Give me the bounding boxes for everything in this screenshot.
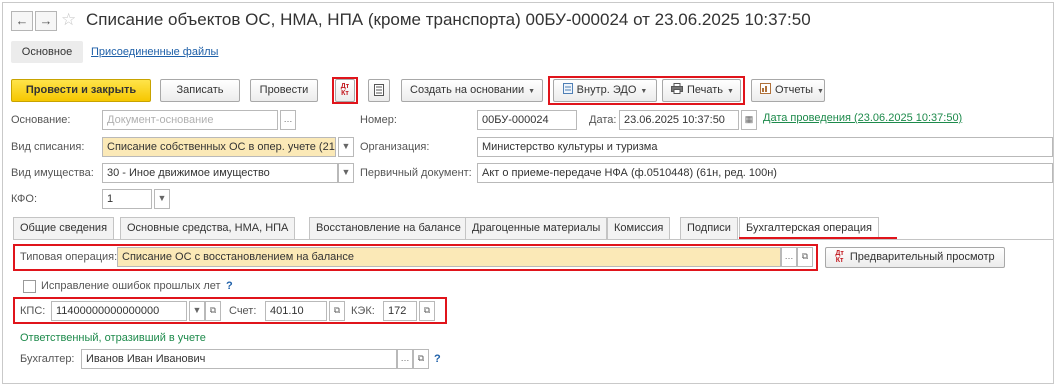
kek-field[interactable]: 172 bbox=[383, 301, 417, 321]
chevron-down-icon: ▼ bbox=[528, 88, 536, 95]
tab-commission[interactable]: Комиссия bbox=[607, 217, 671, 240]
document-window: ← → ☆ Списание объектов ОС, НМА, НПА (кр… bbox=[2, 2, 1054, 384]
preview-label: Предварительный просмотр bbox=[849, 251, 995, 263]
responsible-caption: Ответственный, отразивший в учете bbox=[20, 332, 206, 344]
fix-errors-label: Исправление ошибок прошлых лет bbox=[41, 280, 221, 292]
reports-icon bbox=[760, 83, 771, 94]
property-type-field[interactable]: 30 - Иное движимое имущество bbox=[102, 163, 338, 183]
typical-operation-select-button[interactable]: … bbox=[781, 247, 797, 267]
forward-button[interactable]: → bbox=[35, 11, 57, 31]
preview-button[interactable]: Дт Кт Предварительный просмотр bbox=[825, 247, 1005, 268]
account-field[interactable]: 401.10 bbox=[265, 301, 327, 321]
tab-divider bbox=[13, 239, 1053, 240]
calendar-icon[interactable]: ▦ bbox=[741, 110, 757, 130]
create-on-basis-button[interactable]: Создать на основании ▼ bbox=[401, 79, 543, 102]
chevron-down-icon: ▼ bbox=[640, 88, 648, 95]
print-label: Печать bbox=[687, 84, 724, 96]
edo-button[interactable]: Внутр. ЭДО ▼ bbox=[553, 79, 657, 102]
dtkt-icon: Дт Кт bbox=[341, 83, 349, 97]
open-icon[interactable]: ⧉ bbox=[329, 301, 345, 321]
organization-field[interactable]: Министерство культуры и туризма bbox=[477, 137, 1053, 157]
document-list-button[interactable] bbox=[368, 79, 390, 102]
open-icon[interactable]: ⧉ bbox=[419, 301, 435, 321]
open-icon[interactable]: ⧉ bbox=[797, 247, 813, 267]
edo-label: Внутр. ЭДО bbox=[576, 84, 637, 96]
accountant-select-button[interactable]: … bbox=[397, 349, 413, 369]
dtkt-dt-text: Дт bbox=[835, 250, 844, 258]
post-button[interactable]: Провести bbox=[250, 79, 318, 102]
dtkt-dt-text: Дт bbox=[340, 83, 350, 91]
kps-field[interactable]: 11400000000000000 bbox=[51, 301, 187, 321]
date-field[interactable]: 23.06.2025 10:37:50 bbox=[619, 110, 739, 130]
accountant-label: Бухгалтер: bbox=[20, 353, 75, 365]
primary-document-label: Первичный документ: bbox=[360, 167, 472, 179]
dtkt-button[interactable]: Дт Кт bbox=[335, 79, 355, 102]
help-icon[interactable]: ? bbox=[226, 276, 233, 296]
date-label: Дата: bbox=[589, 114, 617, 126]
reports-label: Отчеты bbox=[775, 84, 814, 96]
writeoff-type-label: Вид списания: bbox=[11, 141, 85, 153]
number-field[interactable]: 00БУ-000024 bbox=[477, 110, 577, 130]
post-and-close-button[interactable]: Провести и закрыть bbox=[11, 79, 151, 102]
posting-date-link[interactable]: Дата проведения (23.06.2025 10:37:50) bbox=[763, 108, 962, 128]
tab-general[interactable]: Общие сведения bbox=[13, 217, 115, 240]
tab-restore-balance[interactable]: Восстановление на балансе bbox=[309, 217, 468, 240]
save-button[interactable]: Записать bbox=[160, 79, 240, 102]
basis-input[interactable]: Документ-основание bbox=[102, 110, 278, 130]
subtab-attached-files[interactable]: Присоединенные файлы bbox=[91, 41, 218, 63]
typical-operation-field[interactable]: Списание ОС с восстановлением на балансе bbox=[117, 247, 781, 267]
dtkt-icon: Дт Кт bbox=[835, 250, 843, 264]
kps-dropdown[interactable]: ▼ bbox=[189, 301, 205, 321]
edo-doc-icon bbox=[562, 83, 573, 94]
accountant-field[interactable]: Иванов Иван Иванович bbox=[81, 349, 397, 369]
list-icon bbox=[374, 84, 384, 96]
reports-button[interactable]: Отчеты ▼ bbox=[751, 79, 825, 102]
print-button[interactable]: Печать ▼ bbox=[662, 79, 741, 102]
kps-label: КПС: bbox=[20, 305, 46, 317]
kfo-dropdown[interactable]: ▼ bbox=[154, 189, 170, 209]
basis-select-button[interactable]: … bbox=[280, 110, 296, 130]
active-tab-highlight bbox=[739, 237, 897, 239]
typical-operation-label: Типовая операция: bbox=[20, 251, 118, 263]
kek-label: КЭК: bbox=[351, 305, 375, 317]
open-icon[interactable]: ⧉ bbox=[205, 301, 221, 321]
kfo-label: КФО: bbox=[11, 193, 38, 205]
basis-placeholder: Документ-основание bbox=[107, 114, 214, 126]
account-label: Счет: bbox=[229, 305, 257, 317]
kfo-field[interactable]: 1 bbox=[102, 189, 152, 209]
back-button[interactable]: ← bbox=[11, 11, 33, 31]
favorite-star-icon[interactable]: ☆ bbox=[61, 10, 76, 30]
open-icon[interactable]: ⧉ bbox=[413, 349, 429, 369]
writeoff-type-field[interactable]: Списание собственных ОС в опер. учете (2… bbox=[102, 137, 336, 157]
property-type-label: Вид имущества: bbox=[11, 167, 94, 179]
create-on-basis-label: Создать на основании bbox=[410, 84, 525, 96]
dtkt-kt-text: Кт bbox=[341, 90, 349, 98]
chevron-down-icon: ▼ bbox=[727, 88, 734, 95]
organization-label: Организация: bbox=[360, 141, 430, 153]
dtkt-kt-text: Кт bbox=[835, 257, 844, 265]
tab-signatures[interactable]: Подписи bbox=[680, 217, 738, 240]
number-label: Номер: bbox=[360, 114, 397, 126]
property-type-dropdown[interactable]: ▼ bbox=[338, 163, 354, 183]
primary-document-field[interactable]: Акт о приеме-передаче НФА (ф.0510448) (6… bbox=[477, 163, 1053, 183]
printer-icon bbox=[671, 83, 683, 94]
help-icon[interactable]: ? bbox=[434, 349, 441, 369]
page-title: Списание объектов ОС, НМА, НПА (кроме тр… bbox=[86, 10, 811, 29]
chevron-down-icon: ▼ bbox=[817, 88, 824, 95]
tab-precious-materials[interactable]: Драгоценные материалы bbox=[465, 217, 608, 240]
subtab-main[interactable]: Основное bbox=[11, 41, 83, 63]
tab-fixed-assets[interactable]: Основные средства, НМА, НПА bbox=[120, 217, 296, 240]
fix-errors-checkbox[interactable] bbox=[23, 280, 36, 293]
writeoff-type-dropdown[interactable]: ▼ bbox=[338, 137, 354, 157]
basis-label: Основание: bbox=[11, 114, 71, 126]
